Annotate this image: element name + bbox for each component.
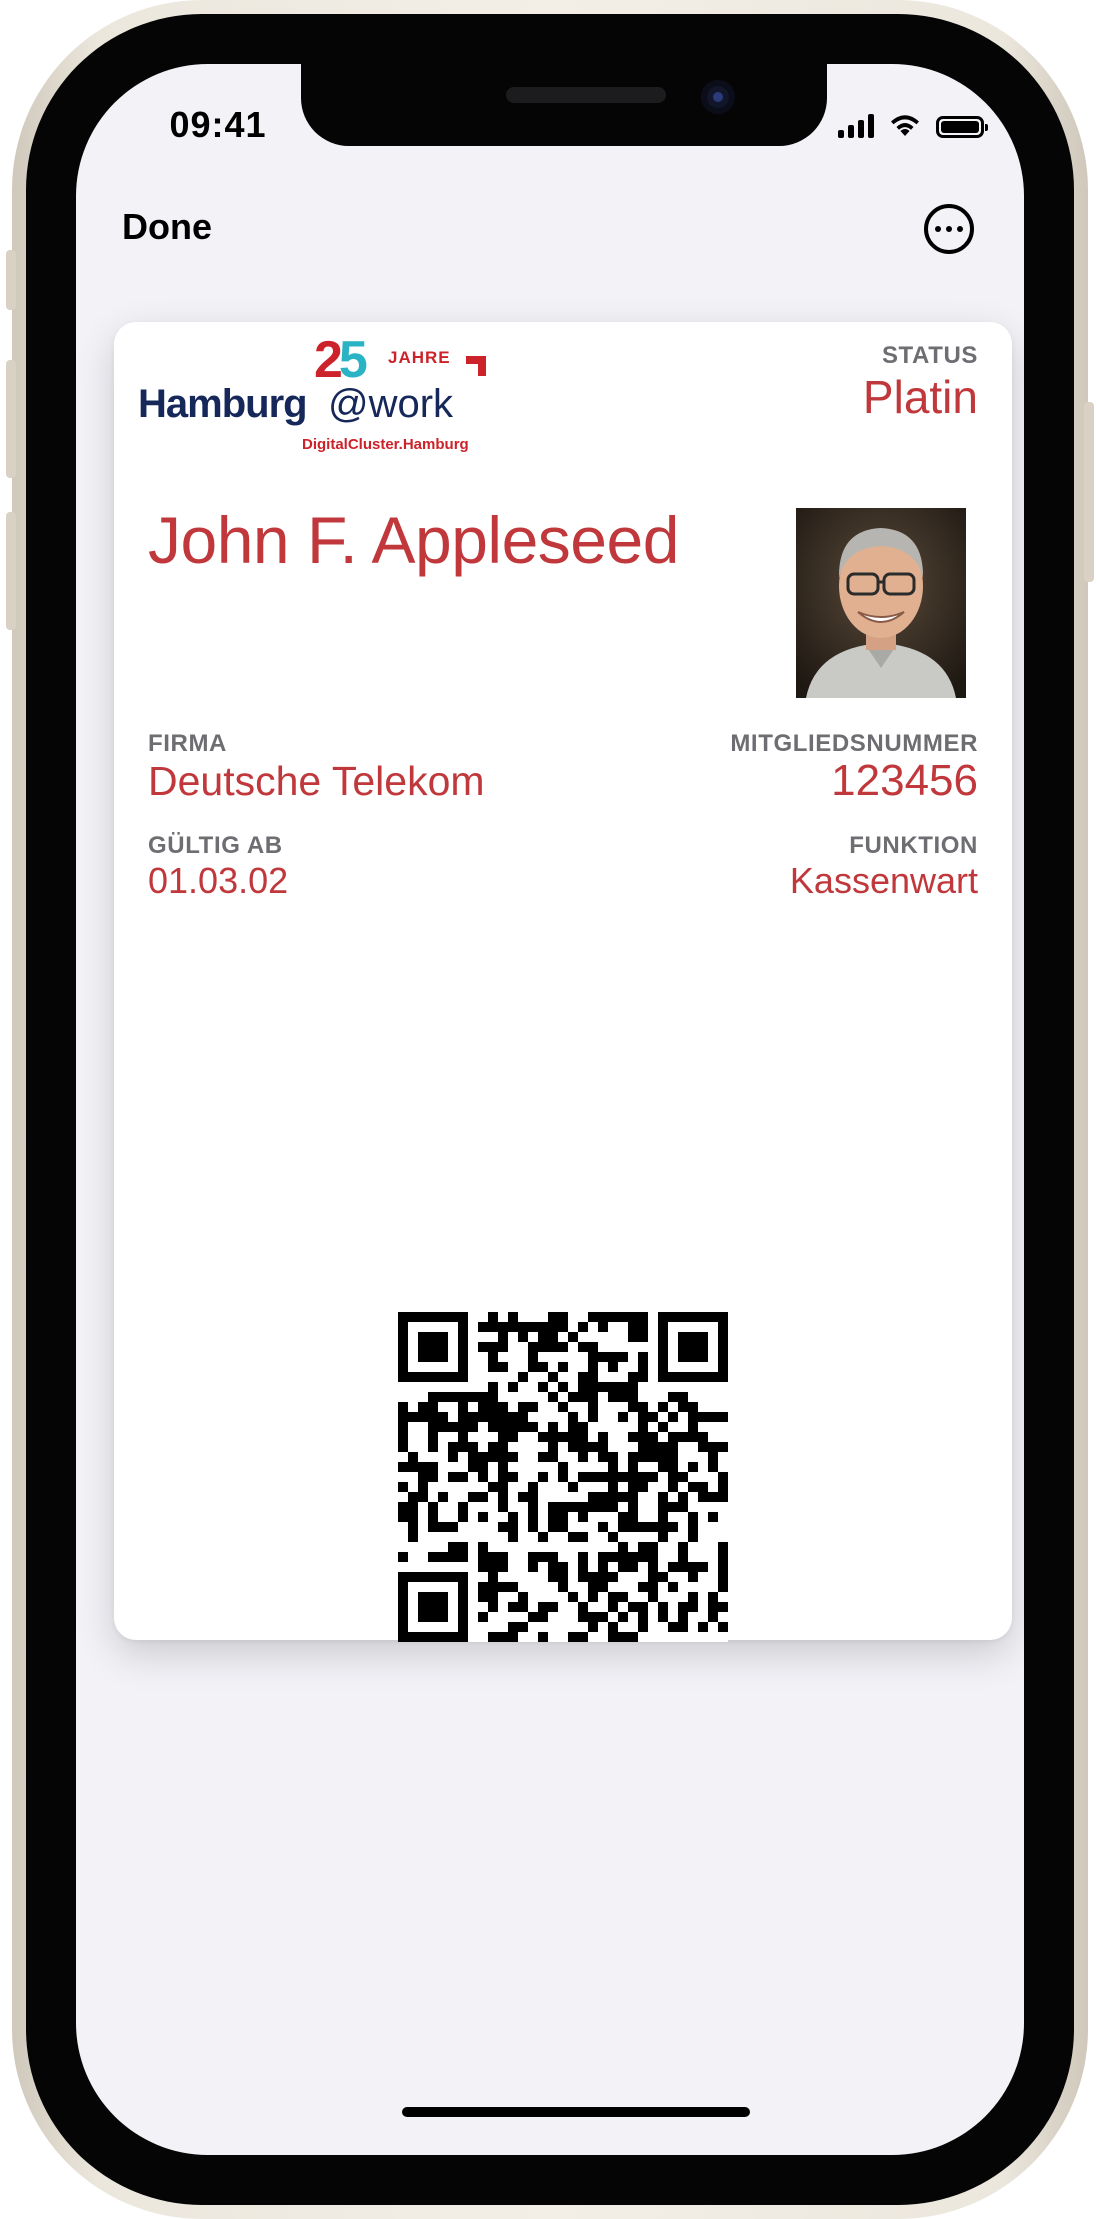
mitgliedsnummer-field: MITGLIEDSNUMMER 123456	[730, 730, 978, 804]
logo-corner-mark	[466, 356, 486, 376]
qr-code	[398, 1312, 728, 1642]
side-power-button	[1084, 402, 1094, 582]
cellular-signal-icon	[838, 114, 874, 138]
notch	[301, 64, 827, 146]
silent-switch	[6, 250, 16, 310]
volume-up-button	[6, 360, 16, 478]
mitgliedsnummer-label: MITGLIEDSNUMMER	[730, 730, 978, 757]
funktion-value: Kassenwart	[789, 860, 978, 901]
status-label: STATUS	[881, 342, 978, 369]
gueltig-ab-label: GÜLTIG AB	[148, 832, 283, 859]
funktion-field: FUNKTION Kassenwart	[790, 832, 978, 902]
firma-label: FIRMA	[148, 730, 227, 757]
home-indicator[interactable]	[402, 2107, 750, 2117]
logo-brand-name: Hamburg	[138, 382, 308, 426]
gueltig-ab-value: 01.03.02	[148, 860, 289, 901]
anniversary-number: 25	[314, 331, 368, 389]
logo-brand-suffix: @work	[328, 382, 454, 426]
gueltig-ab-field: GÜLTIG AB 01.03.02	[148, 832, 288, 902]
status-value: Platin	[862, 371, 978, 423]
battery-icon	[936, 116, 988, 138]
earpiece-speaker	[506, 87, 666, 103]
hamburg-at-work-logo: 25 JAHRE Hamburg @work DigitalCluster.Ha…	[138, 330, 486, 458]
firma-value: Deutsche Telekom	[148, 758, 485, 804]
done-button[interactable]: Done	[122, 206, 212, 248]
logo-tagline: DigitalCluster.Hamburg	[302, 436, 469, 453]
status-field: STATUS Platin	[863, 342, 978, 424]
phone-bezel: 09:41 Done 25 JAHRE Hamburg @work Digita…	[26, 14, 1074, 2205]
ellipsis-circle-icon[interactable]	[924, 204, 974, 254]
volume-down-button	[6, 512, 16, 630]
wallet-pass-card[interactable]: 25 JAHRE Hamburg @work DigitalCluster.Ha…	[114, 322, 1012, 1642]
funktion-label: FUNKTION	[849, 832, 978, 859]
anniversary-word: JAHRE	[388, 348, 451, 367]
screen: 09:41 Done 25 JAHRE Hamburg @work Digita…	[76, 64, 1024, 2155]
mitgliedsnummer-value: 123456	[831, 756, 978, 805]
front-camera	[701, 80, 735, 114]
status-icons	[838, 108, 988, 138]
firma-field: FIRMA Deutsche Telekom	[148, 730, 485, 804]
member-photo	[796, 508, 966, 698]
wifi-icon	[891, 115, 919, 136]
status-time: 09:41	[169, 104, 267, 145]
phone-frame: 09:41 Done 25 JAHRE Hamburg @work Digita…	[6, 0, 1094, 2219]
member-name: John F. Appleseed	[148, 503, 679, 577]
